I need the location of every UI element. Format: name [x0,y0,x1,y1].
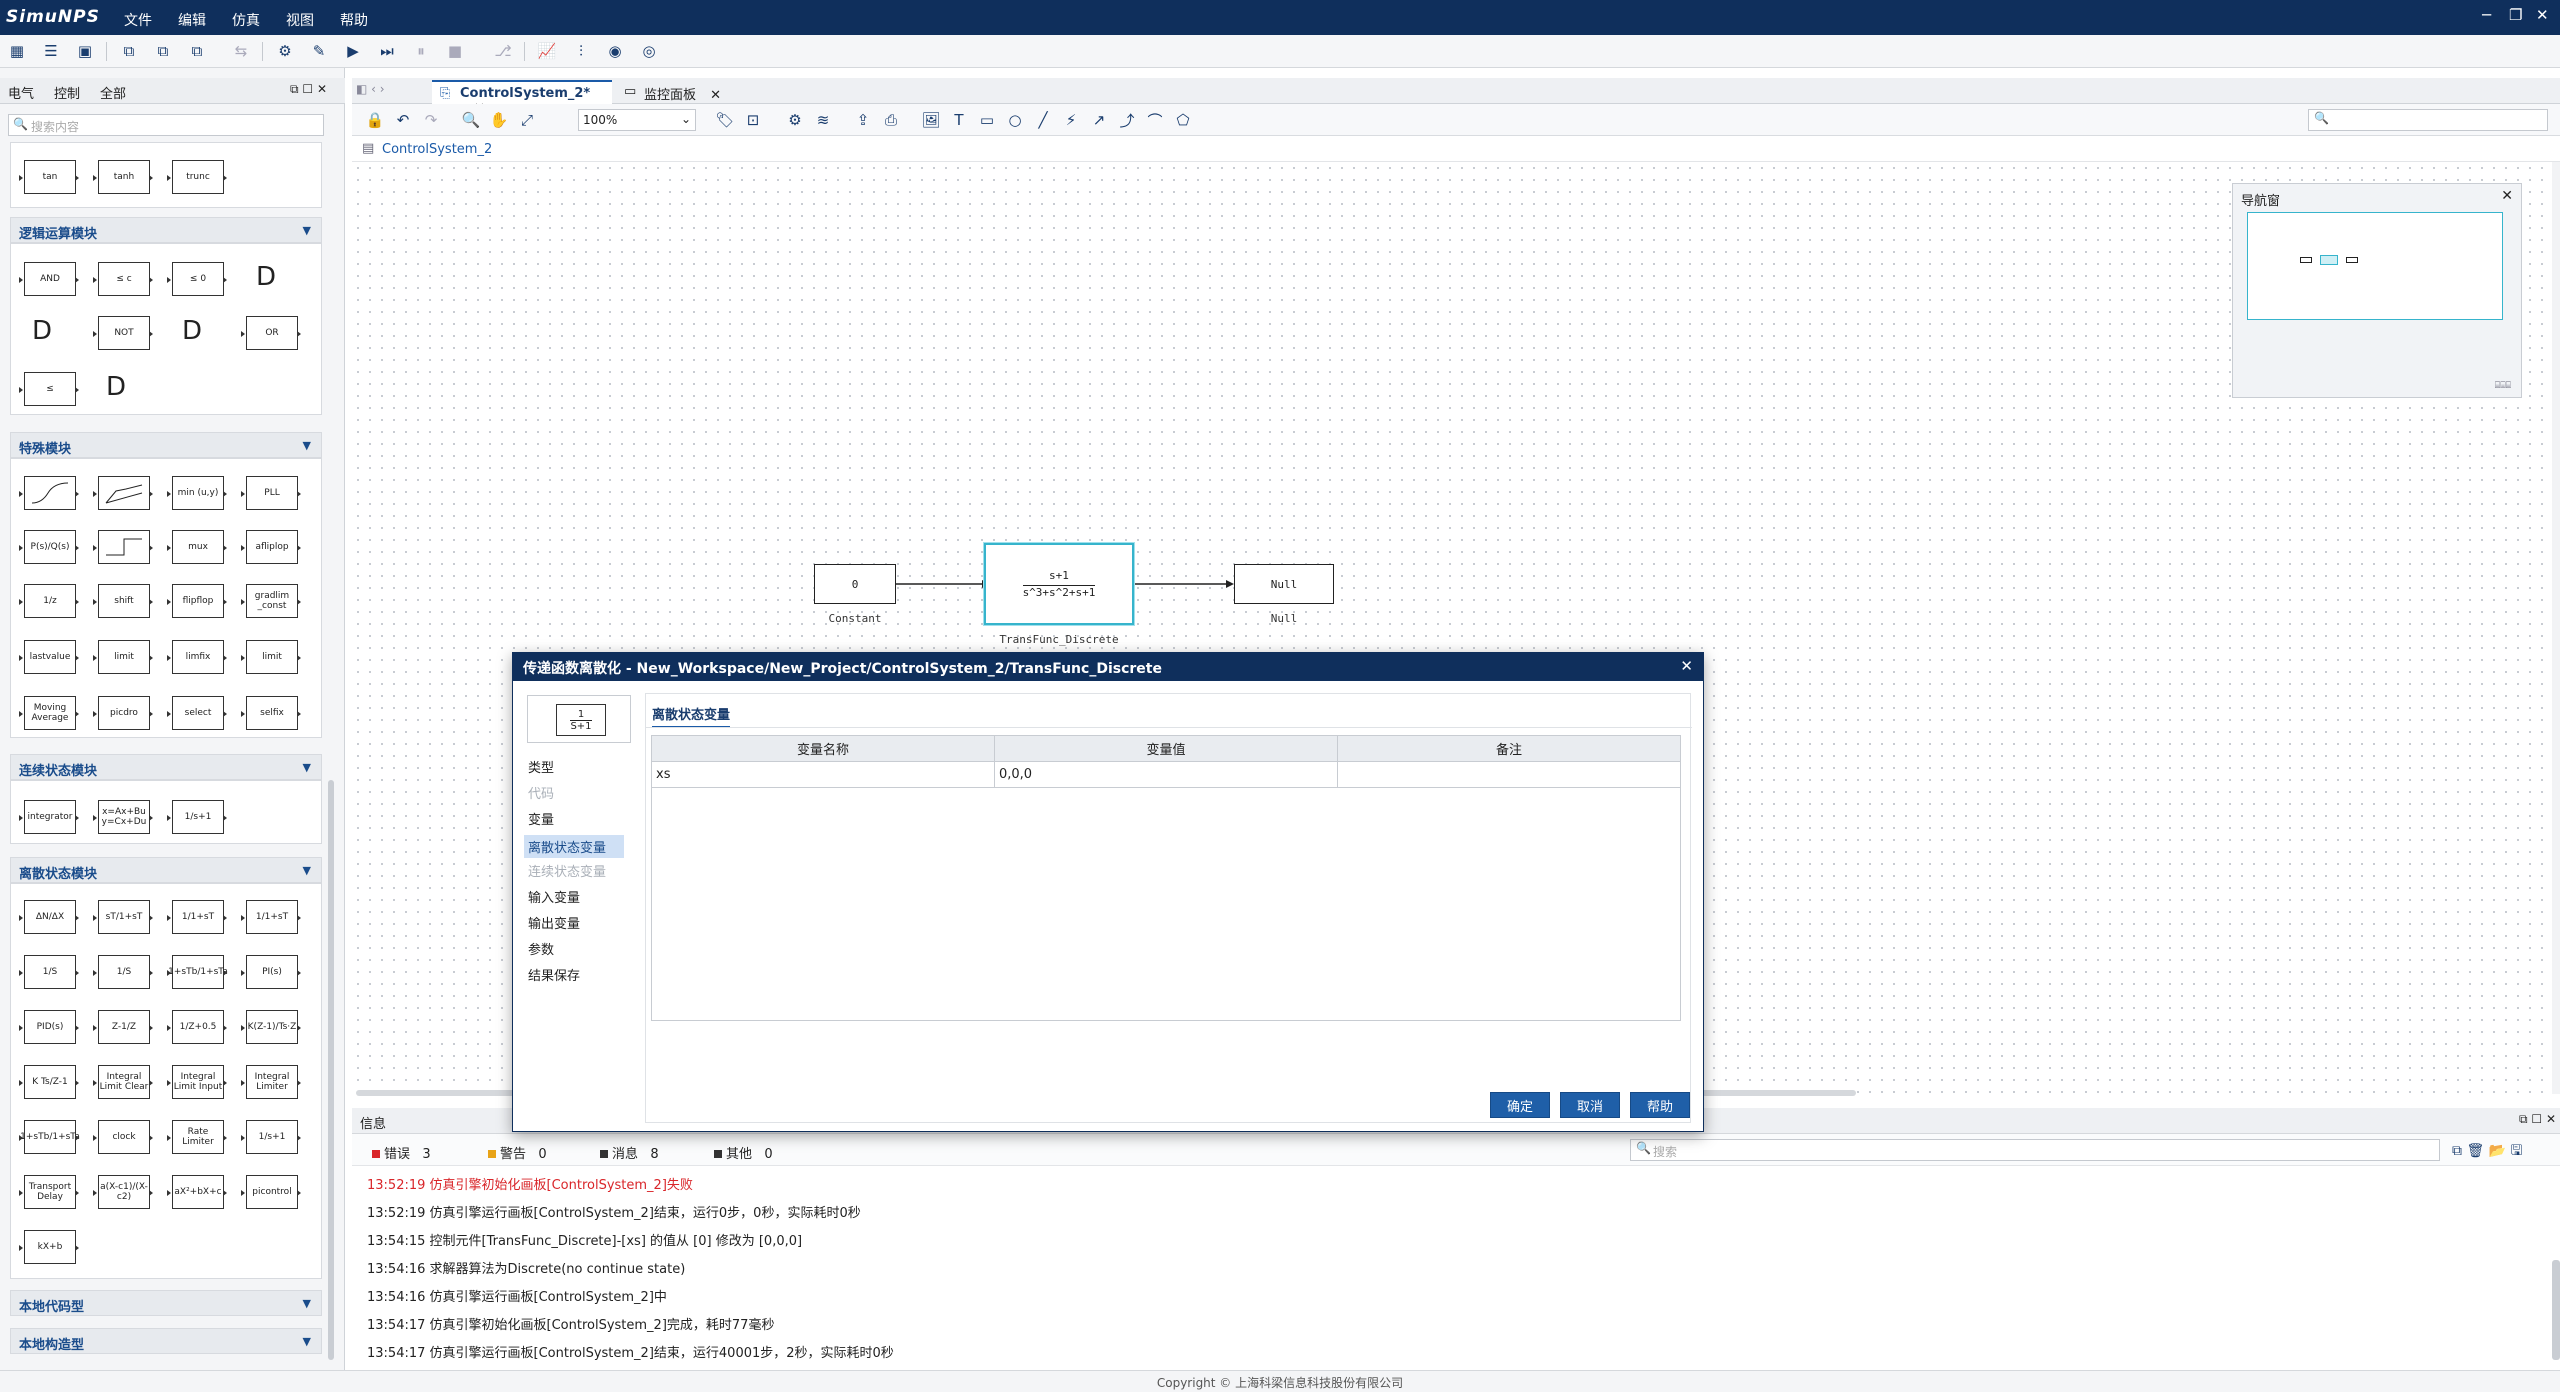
footer: Copyright © 上海科梁信息科技股份有限公司 [0,1370,2560,1392]
stat-other-label: 其他 [726,1147,753,1162]
dialog-nav-item-7[interactable]: 参数 [528,939,554,958]
transfunc-block[interactable]: s+1 s^3+s^2+s+1 [984,543,1134,625]
ok-button[interactable]: 确定 [1490,1092,1550,1118]
col-var-name: 变量名称 [651,735,995,762]
constant-block[interactable]: 0 [814,564,896,604]
dialog-nav-item-2[interactable]: 变量 [528,809,554,828]
navigator-window: 导航窗 ✕ ⌸⌸⌸ [2232,183,2522,398]
preview-block: 1 S+1 [556,704,606,736]
log-line: 13:52:19 仿真引擎运行画板[ControlSystem_2]结束，运行0… [367,1206,861,1221]
stat-other-count: 0 [764,1147,773,1162]
dialog-nav-item-5[interactable]: 输入变量 [528,887,580,906]
log-line: 13:54:16 仿真引擎运行画板[ControlSystem_2]中 [367,1290,667,1305]
tab-discrete-state[interactable]: 离散状态变量 [652,704,731,728]
constant-label: Constant [828,612,882,625]
nav-mini-block [2346,257,2358,263]
table-row[interactable]: xs 0,0,0 [651,761,1681,788]
other-dot-icon [714,1150,722,1158]
info-title: 信息 [360,1117,387,1132]
dialog-nav-item-4[interactable]: 连续状态变量 [528,861,606,880]
preview-numerator: 1 [570,709,592,721]
cell-var-name[interactable]: xs [651,761,995,788]
transfunc-label: TransFunc_Discrete [999,633,1119,646]
nav-mini-block [2300,257,2312,263]
error-dot-icon [372,1150,380,1158]
col-var-value: 变量值 [994,735,1338,762]
stat-errors[interactable]: 错误 3 [372,1143,431,1162]
null-block[interactable]: Null [1234,564,1334,604]
stat-other[interactable]: 其他 0 [714,1143,773,1162]
info-toolbar: 错误 3 警告 0 消息 8 其他 0 搜索 🔍 ⧉ 🗑 📂 🖫 [352,1134,2560,1166]
stat-messages-label: 消息 [612,1147,639,1162]
dialog-title-bar: 传递函数离散化 - New_Workspace/New_Project/Cont… [513,653,1703,681]
stat-warnings-label: 警告 [500,1147,527,1162]
stat-errors-label: 错误 [384,1147,411,1162]
dialog-block-preview: 1 S+1 [527,695,631,743]
transfer-function-dialog: 传递函数离散化 - New_Workspace/New_Project/Cont… [512,652,1704,1132]
dialog-title: 传递函数离散化 - New_Workspace/New_Project/Cont… [523,661,1162,677]
help-button[interactable]: 帮助 [1630,1092,1690,1118]
close-icon[interactable]: ✕ [1680,657,1693,675]
stat-warnings[interactable]: 警告 0 [488,1143,547,1162]
stat-messages-count: 8 [650,1147,659,1162]
info-scrollbar[interactable] [2552,1260,2560,1360]
cell-var-value[interactable]: 0,0,0 [994,761,1338,788]
stat-errors-count: 3 [422,1147,431,1162]
navigator-viewport[interactable] [2247,212,2503,320]
preview-denominator: S+1 [570,720,592,732]
log-line: 13:52:19 仿真引擎初始化画板[ControlSystem_2]失败 [367,1178,693,1193]
message-dot-icon [600,1150,608,1158]
null-label: Null [1270,612,1298,625]
log-line: 13:54:15 控制元件[TransFunc_Discrete]-[xs] 的… [367,1234,803,1249]
log-line: 13:54:17 仿真引擎初始化画板[ControlSystem_2]完成，耗时… [367,1318,775,1333]
resize-grip-icon[interactable]: ⌸⌸⌸ [2495,381,2511,391]
panel-options-icon[interactable]: ⧉ ☐ ✕ [2519,1112,2556,1127]
warning-dot-icon [488,1150,496,1158]
cancel-button[interactable]: 取消 [1560,1092,1620,1118]
transfunc-numerator: s+1 [1022,569,1096,586]
close-icon[interactable]: ✕ [2501,188,2513,204]
nav-mini-block [2320,255,2338,265]
log-line: 13:54:17 仿真引擎运行画板[ControlSystem_2]结束，运行4… [367,1346,894,1361]
dialog-nav-item-1[interactable]: 代码 [528,783,554,802]
variables-table: 变量名称 变量值 备注 xs 0,0,0 [651,735,1681,788]
stat-messages[interactable]: 消息 8 [600,1143,659,1162]
col-note: 备注 [1337,735,1681,762]
dialog-nav-item-3[interactable]: 离散状态变量 [524,835,624,858]
info-search-input[interactable]: 搜索 [1630,1139,2440,1161]
dialog-nav-item-8[interactable]: 结果保存 [528,965,580,984]
log-line: 13:54:16 求解器算法为Discrete(no continue stat… [367,1262,686,1277]
transfunc-denominator: s^3+s^2+s+1 [1022,586,1096,599]
info-actions-icon[interactable]: ⧉ 🗑 📂 🖫 [2452,1140,2522,1164]
stat-warnings-count: 0 [538,1147,547,1162]
dialog-nav-item-0[interactable]: 类型 [528,757,554,776]
dialog-nav-item-6[interactable]: 输出变量 [528,913,580,932]
navigator-title: 导航窗 [2241,194,2281,209]
cell-note[interactable] [1337,761,1681,788]
search-icon: 🔍 [1636,1141,1651,1155]
